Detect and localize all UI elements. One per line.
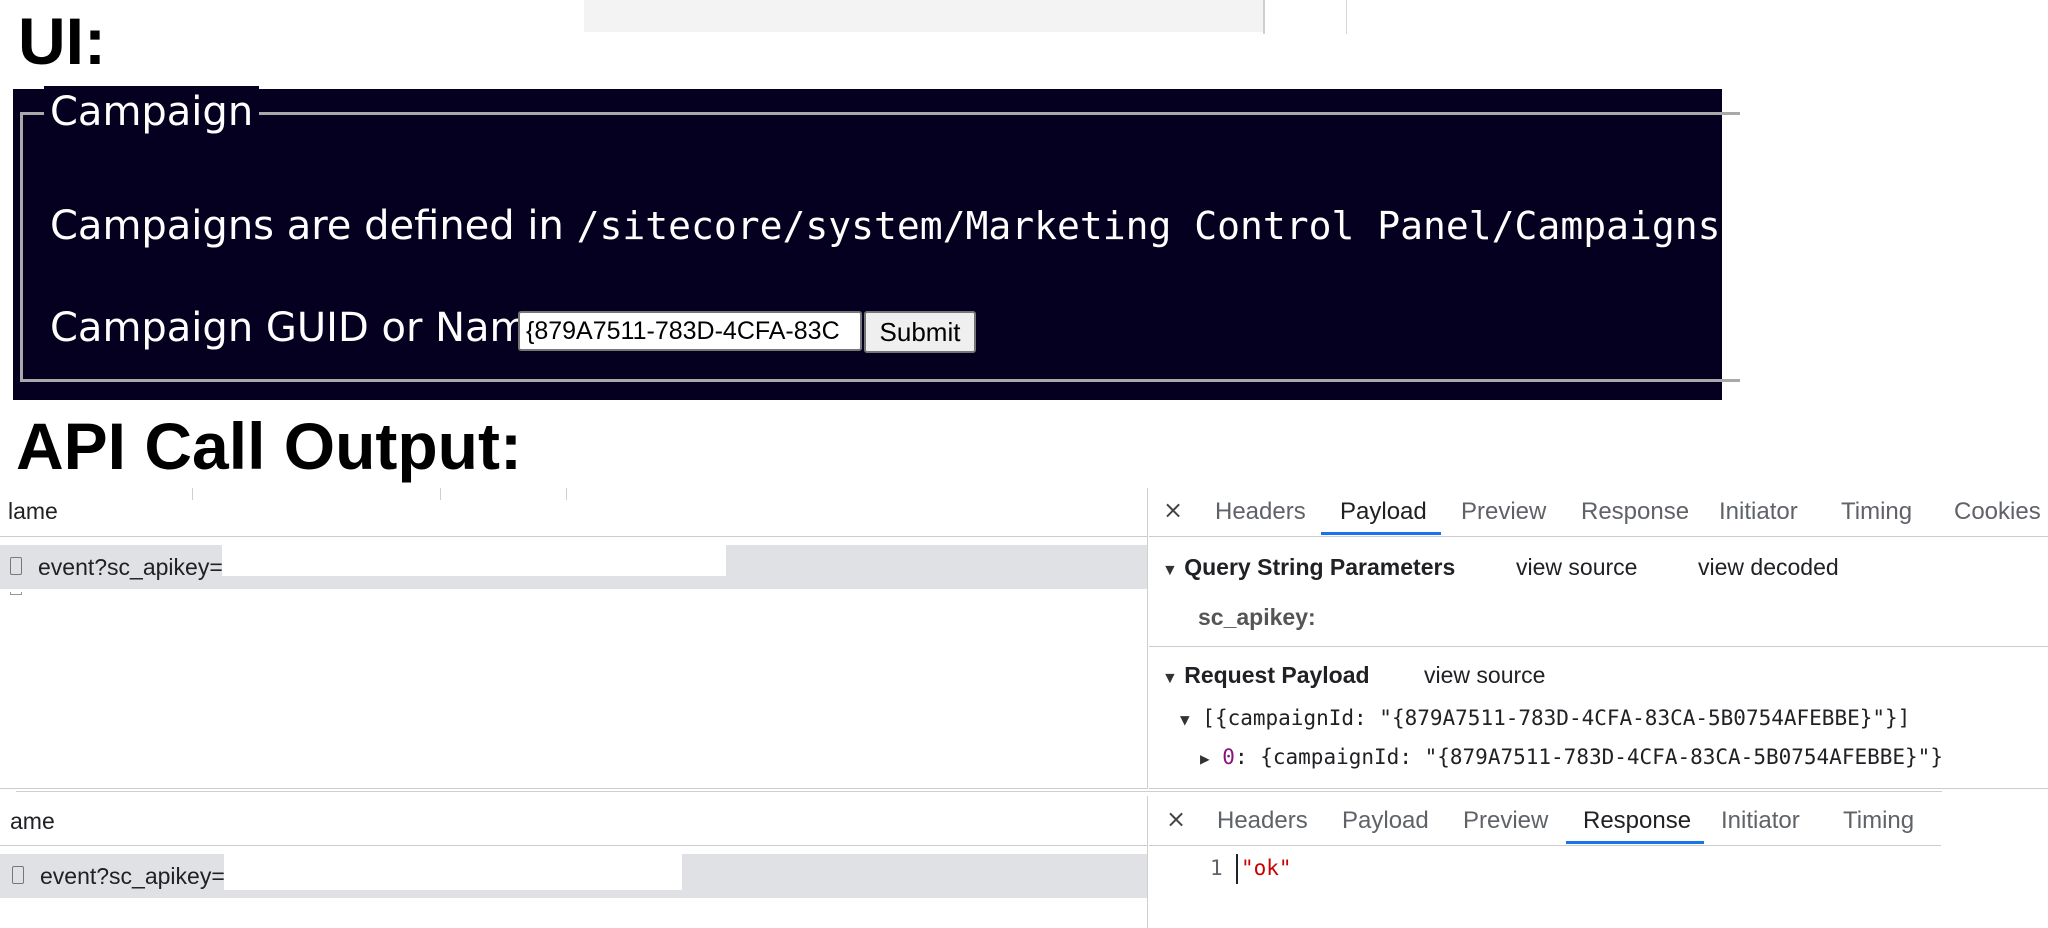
tab-headers[interactable]: Headers <box>1215 497 1306 527</box>
tab-timing[interactable]: Timing <box>1841 497 1912 527</box>
tab-payload[interactable]: Payload <box>1342 806 1429 836</box>
tab-initiator[interactable]: Initiator <box>1721 806 1800 836</box>
name-header-label: ame <box>10 808 55 834</box>
payload-item-index: 0 <box>1222 745 1235 769</box>
tab-preview[interactable]: Preview <box>1463 806 1548 836</box>
text-cursor <box>1236 854 1238 884</box>
view-source-link[interactable]: view source <box>1516 554 1637 581</box>
request-name[interactable]: event?sc_apikey= <box>38 554 223 581</box>
panel-divider <box>1147 796 1148 928</box>
redacted-area <box>224 854 682 890</box>
tab-timing[interactable]: Timing <box>1843 806 1914 836</box>
active-tab-indicator <box>1566 841 1704 844</box>
expand-triangle-icon[interactable]: ▼ <box>1162 670 1178 687</box>
name-header-label: lame <box>8 498 58 524</box>
column-divider <box>440 488 441 500</box>
ui-heading: UI: <box>18 4 106 78</box>
view-decoded-link[interactable]: view decoded <box>1698 554 1839 581</box>
payload-array-text: [{campaignId: "{879A7511-783D-4CFA-83CA-… <box>1202 706 1911 730</box>
description-path: /sitecore/system/Marketing Control Panel… <box>576 204 1721 248</box>
redacted-area <box>222 545 726 576</box>
name-column-header[interactable]: ame <box>0 796 1148 846</box>
payload-item-text: : {campaignId: "{879A7511-783D-4CFA-83CA… <box>1234 745 1943 769</box>
tab-payload[interactable]: Payload <box>1340 497 1427 527</box>
expand-triangle-icon[interactable]: ▼ <box>1180 710 1190 729</box>
submit-button[interactable]: Submit <box>864 311 976 353</box>
tab-response[interactable]: Response <box>1583 806 1691 836</box>
description-text: Campaigns are defined in <box>50 203 577 249</box>
line-number: 1 <box>1210 856 1223 880</box>
collapse-triangle-icon[interactable]: ▶ <box>1200 749 1210 768</box>
payload-item[interactable]: ▶ 0: {campaignId: "{879A7511-783D-4CFA-8… <box>1200 745 1943 769</box>
payload-array[interactable]: ▼ [{campaignId: "{879A7511-783D-4CFA-83C… <box>1180 706 1910 730</box>
top-decorative-strip <box>584 0 1264 32</box>
row-checkbox[interactable] <box>10 592 22 595</box>
details-tab-bar-top: × Headers Payload Preview Response Initi… <box>1149 488 2048 537</box>
request-payload-section[interactable]: ▼ Request Payload <box>1162 662 1370 689</box>
active-tab-indicator <box>1321 532 1441 535</box>
network-request-list: ame event?sc_apikey= <box>0 796 1148 928</box>
tab-response[interactable]: Response <box>1581 497 1689 527</box>
guid-label: Campaign GUID or Name <box>50 305 554 351</box>
network-request-list: lame event?sc_apikey= <box>0 488 1148 789</box>
tab-initiator[interactable]: Initiator <box>1719 497 1798 527</box>
expand-triangle-icon[interactable]: ▼ <box>1162 562 1178 579</box>
query-params-section[interactable]: ▼ Query String Parameters <box>1162 554 1455 581</box>
close-icon[interactable]: × <box>1166 805 1186 833</box>
request-payload-title: Request Payload <box>1184 662 1370 688</box>
campaign-description: Campaigns are defined in /sitecore/syste… <box>50 196 1720 256</box>
details-tab-bar-bottom: × Headers Payload Preview Response Initi… <box>1149 796 1941 846</box>
divider <box>1263 0 1265 34</box>
tab-preview[interactable]: Preview <box>1461 497 1546 527</box>
tab-cookies[interactable]: Cookies <box>1954 497 2041 527</box>
divider <box>1346 0 1347 34</box>
view-source-link[interactable]: view source <box>1424 662 1545 689</box>
request-row[interactable]: event?sc_apikey= <box>0 854 1148 898</box>
column-divider <box>566 488 567 500</box>
request-row[interactable]: event?sc_apikey= <box>0 545 1148 589</box>
param-key: sc_apikey: <box>1198 604 1316 630</box>
panel-divider <box>1147 488 1148 788</box>
column-divider <box>192 488 193 500</box>
campaign-guid-input[interactable]: {879A7511-783D-4CFA-83C <box>518 311 862 351</box>
divider <box>16 791 1942 792</box>
response-body[interactable]: "ok" <box>1241 856 1292 880</box>
divider <box>1149 646 2048 647</box>
close-icon[interactable]: × <box>1163 496 1183 524</box>
name-column-header[interactable]: lame <box>0 488 1148 537</box>
query-params-title: Query String Parameters <box>1184 554 1456 580</box>
api-output-heading: API Call Output: <box>16 409 522 483</box>
row-checkbox[interactable] <box>12 866 24 884</box>
tab-headers[interactable]: Headers <box>1217 806 1308 836</box>
row-checkbox[interactable] <box>10 557 22 575</box>
divider <box>1149 788 2048 789</box>
request-name[interactable]: event?sc_apikey= <box>40 863 225 890</box>
campaign-legend: Campaign <box>44 86 260 138</box>
